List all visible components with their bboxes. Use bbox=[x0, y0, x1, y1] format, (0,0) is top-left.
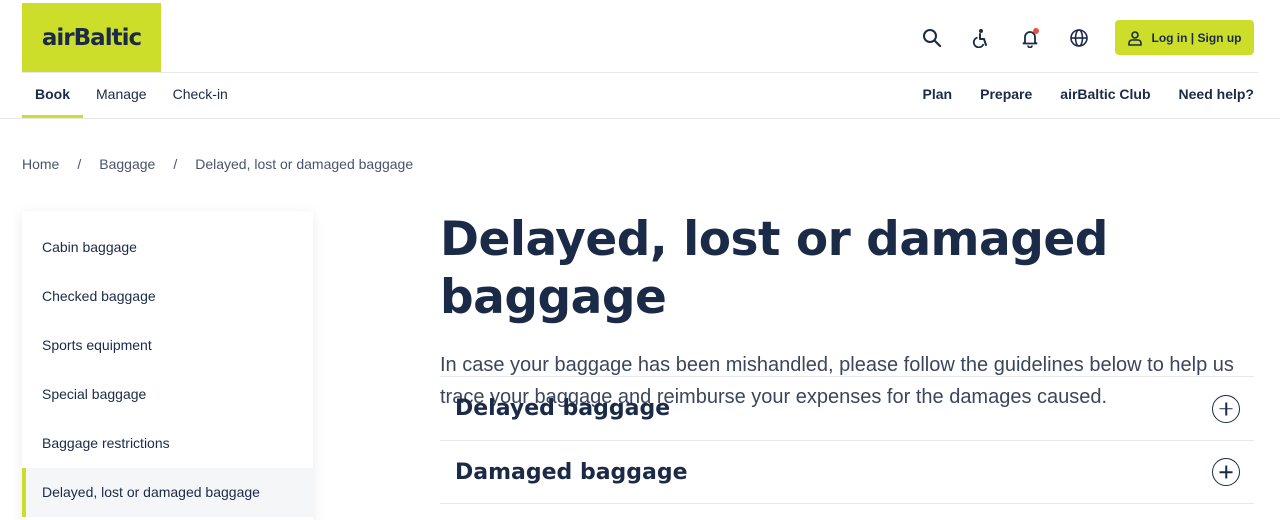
breadcrumb-baggage[interactable]: Baggage bbox=[99, 156, 155, 172]
sidebar-item-delayed-lost-damaged[interactable]: Delayed, lost or damaged baggage bbox=[22, 468, 313, 517]
accordion-title: Delayed baggage bbox=[455, 396, 671, 421]
login-label: Log in | Sign up bbox=[1151, 30, 1242, 45]
accordion-title: Damaged baggage bbox=[455, 459, 688, 485]
secondary-nav: Plan Prepare airBaltic Club Need help? bbox=[895, 73, 1254, 118]
header-icon-bar bbox=[918, 24, 1114, 52]
plus-circle-icon[interactable] bbox=[1212, 394, 1240, 423]
breadcrumb-home[interactable]: Home bbox=[22, 156, 59, 172]
airbaltic-logo[interactable]: airBaltic bbox=[22, 3, 161, 72]
globe-icon bbox=[1070, 29, 1088, 47]
login-signup-button[interactable]: Log in | Sign up bbox=[1115, 20, 1254, 55]
nav-check-in[interactable]: Check-in bbox=[160, 73, 241, 118]
nav-divider bbox=[0, 118, 1280, 119]
breadcrumb-separator: / bbox=[77, 156, 82, 172]
sidebar-item-sports-equipment[interactable]: Sports equipment bbox=[22, 321, 313, 370]
nav-prepare[interactable]: Prepare bbox=[952, 73, 1032, 118]
baggage-accordion: Delayed baggage Damaged baggage bbox=[440, 376, 1254, 504]
notifications-button[interactable] bbox=[1016, 24, 1044, 52]
accessibility-button[interactable] bbox=[967, 24, 995, 52]
search-button[interactable] bbox=[918, 24, 946, 52]
breadcrumb-separator: / bbox=[173, 156, 178, 172]
sidebar-item-checked-baggage[interactable]: Checked baggage bbox=[22, 272, 313, 321]
nav-manage[interactable]: Manage bbox=[83, 73, 160, 118]
user-icon bbox=[1128, 30, 1143, 46]
accordion-damaged-baggage[interactable]: Damaged baggage bbox=[440, 440, 1254, 504]
nav-plan[interactable]: Plan bbox=[895, 73, 953, 118]
sidebar-item-baggage-restrictions[interactable]: Baggage restrictions bbox=[22, 419, 313, 468]
language-button[interactable] bbox=[1065, 24, 1093, 52]
nav-airbaltic-club[interactable]: airBaltic Club bbox=[1032, 73, 1150, 118]
sidebar-item-cabin-baggage[interactable]: Cabin baggage bbox=[22, 223, 313, 272]
notification-dot bbox=[1033, 28, 1039, 34]
nav-need-help[interactable]: Need help? bbox=[1151, 73, 1254, 118]
logo-text: airBaltic bbox=[41, 24, 142, 51]
accessibility-icon bbox=[972, 29, 987, 48]
sidebar-item-special-baggage[interactable]: Special baggage bbox=[22, 370, 313, 419]
nav-book[interactable]: Book bbox=[22, 73, 83, 118]
main-nav: Book Manage Check-in bbox=[22, 73, 241, 118]
breadcrumb-current: Delayed, lost or damaged baggage bbox=[195, 156, 414, 172]
plus-circle-icon[interactable] bbox=[1212, 458, 1240, 486]
baggage-sidebar: Cabin baggage Checked baggage Sports equ… bbox=[22, 211, 313, 520]
accordion-delayed-baggage[interactable]: Delayed baggage bbox=[440, 376, 1254, 440]
breadcrumb: Home / Baggage / Delayed, lost or damage… bbox=[22, 156, 413, 172]
search-icon bbox=[923, 29, 942, 48]
page-title: Delayed, lost or damaged baggage bbox=[440, 212, 1108, 325]
